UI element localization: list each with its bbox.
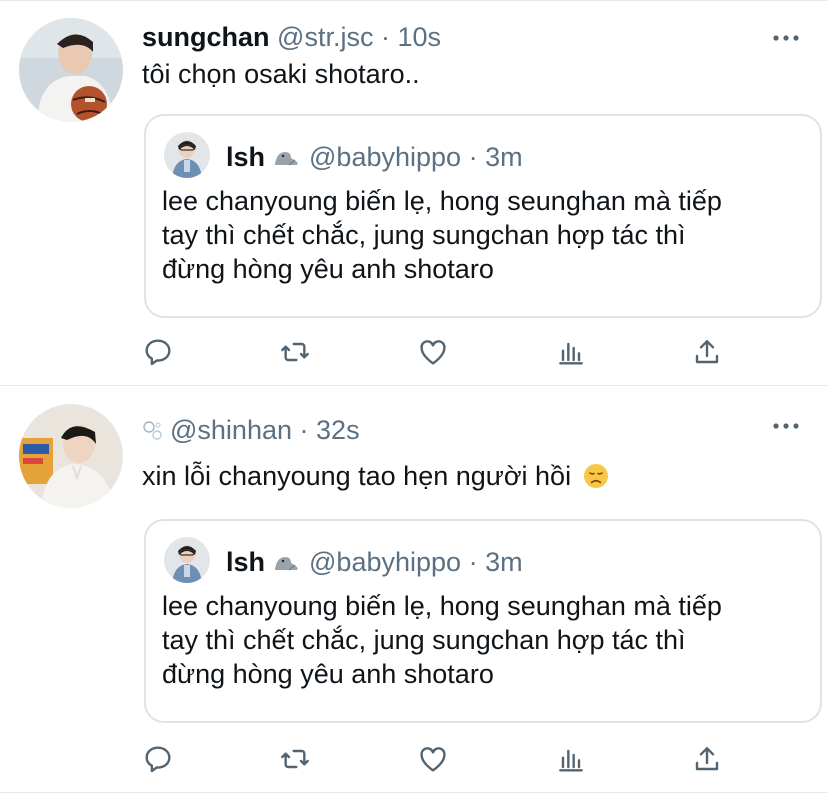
analytics-icon[interactable] (551, 332, 591, 372)
quoted-display-name[interactable]: lsh (226, 142, 265, 172)
timestamp[interactable]: 10s (397, 22, 441, 52)
separator-dot: · (468, 547, 478, 577)
user-handle[interactable]: @shinhan (170, 415, 292, 445)
like-icon[interactable] (413, 739, 453, 779)
avatar[interactable] (19, 404, 123, 508)
quoted-timestamp[interactable]: 3m (485, 142, 523, 172)
more-icon[interactable] (772, 28, 800, 48)
more-icon[interactable] (772, 416, 800, 436)
timestamp[interactable]: 32s (316, 415, 360, 445)
quoted-timestamp[interactable]: 3m (485, 547, 523, 577)
quoted-avatar[interactable] (164, 132, 210, 178)
quoted-text: lee chanyoung biến lẹ, hong seunghan mà … (162, 589, 722, 691)
quoted-text: lee chanyoung biến lẹ, hong seunghan mà … (162, 184, 722, 286)
separator-dot: · (299, 415, 309, 445)
action-bar (0, 332, 828, 372)
retweet-icon[interactable] (275, 739, 315, 779)
quoted-avatar[interactable] (164, 537, 210, 583)
seal-icon (271, 547, 301, 571)
reply-icon[interactable] (138, 332, 178, 372)
bubbles-icon (142, 416, 164, 440)
action-bar (0, 739, 828, 779)
display-name[interactable]: sungchan (142, 22, 270, 52)
user-handle[interactable]: @str.jsc (277, 22, 373, 52)
retweet-icon[interactable] (275, 332, 315, 372)
share-icon[interactable] (687, 739, 727, 779)
quoted-text-line: tay thì chết chắc, jung sungchan hợp tác… (162, 625, 686, 655)
quoted-text-line: đừng hòng yêu anh shotaro (162, 254, 494, 284)
quoted-tweet[interactable]: lsh @babyhippo · 3m lee chanyoung biến lẹ… (144, 114, 822, 318)
seal-icon (271, 142, 301, 166)
quoted-tweet[interactable]: lsh @babyhippo · 3m lee chanyoung biến lẹ… (144, 519, 822, 723)
tweet[interactable]: @shinhan · 32s xin lỗi chanyoung tao hẹn… (0, 387, 828, 793)
like-icon[interactable] (413, 332, 453, 372)
tweet-header: sungchan @str.jsc · 10s (142, 20, 441, 54)
disappointed-face-icon (583, 463, 609, 489)
avatar[interactable] (19, 18, 123, 122)
tweet-text-content: xin lỗi chanyoung tao hẹn người hồi (142, 461, 572, 491)
tweet-text: tôi chọn osaki shotaro.. (142, 59, 420, 89)
tweet[interactable]: sungchan @str.jsc · 10s tôi chọn osaki s… (0, 0, 828, 386)
separator-dot: · (468, 142, 478, 172)
quoted-display-name[interactable]: lsh (226, 547, 265, 577)
separator-dot: · (380, 22, 390, 52)
tweet-text: xin lỗi chanyoung tao hẹn người hồi (142, 459, 609, 493)
quoted-text-line: lee chanyoung biến lẹ, hong seunghan mà … (162, 591, 722, 621)
quoted-text-line: tay thì chết chắc, jung sungchan hợp tác… (162, 220, 686, 250)
tweet-header: @shinhan · 32s (142, 413, 360, 447)
reply-icon[interactable] (138, 739, 178, 779)
analytics-icon[interactable] (551, 739, 591, 779)
quoted-text-line: lee chanyoung biến lẹ, hong seunghan mà … (162, 186, 722, 216)
quoted-header: lsh @babyhippo · 3m (226, 545, 523, 579)
quoted-handle[interactable]: @babyhippo (309, 142, 461, 172)
quoted-header: lsh @babyhippo · 3m (226, 140, 523, 174)
quoted-text-line: đừng hòng yêu anh shotaro (162, 659, 494, 689)
quoted-handle[interactable]: @babyhippo (309, 547, 461, 577)
share-icon[interactable] (687, 332, 727, 372)
